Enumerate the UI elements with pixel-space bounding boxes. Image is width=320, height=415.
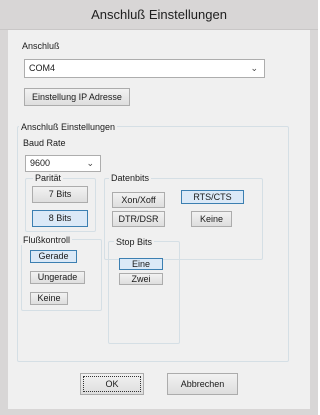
port-label: Anschluß — [22, 41, 60, 51]
ok-button[interactable]: OK — [80, 373, 144, 395]
rts-cts-button[interactable]: RTS/CTS — [181, 190, 244, 204]
databits-label: Datenbits — [109, 173, 152, 183]
stop-bits-two-button[interactable]: Zwei — [119, 273, 163, 285]
chevron-down-icon: ⌄ — [86, 158, 94, 168]
ip-settings-button[interactable]: Einstellung IP Adresse — [24, 88, 130, 106]
parity-label: Parität — [33, 173, 64, 183]
window-frame-bottom — [0, 409, 318, 415]
baud-rate-select[interactable]: 9600 ⌄ — [25, 155, 101, 172]
parity-8bits-button[interactable]: 8 Bits — [32, 210, 88, 227]
port-select[interactable]: COM4 ⌄ — [24, 59, 265, 78]
stop-bits-label: Stop Bits — [114, 237, 155, 247]
window-frame-right — [310, 30, 318, 415]
connection-settings-label: Anschluß Einstellungen — [19, 122, 118, 132]
flow-control-label: Flußkontroll — [21, 235, 73, 245]
baud-rate-label: Baud Rate — [23, 138, 66, 148]
dtr-dsr-button[interactable]: DTR/DSR — [112, 211, 165, 227]
window-title: Anschluß Einstellungen — [91, 7, 227, 22]
window-frame-left — [0, 30, 8, 415]
databits-none-button[interactable]: Keine — [191, 211, 232, 227]
cancel-button[interactable]: Abbrechen — [167, 373, 238, 395]
flow-none-button[interactable]: Keine — [30, 292, 68, 305]
stop-bits-one-button[interactable]: Eine — [119, 258, 163, 270]
parity-7bits-button[interactable]: 7 Bits — [32, 186, 88, 203]
xon-xoff-button[interactable]: Xon/Xoff — [112, 192, 165, 208]
flow-even-button[interactable]: Gerade — [30, 250, 77, 263]
port-select-value: COM4 — [29, 63, 56, 73]
chevron-down-icon: ⌄ — [250, 63, 258, 73]
dialog-client-area: Anschluß COM4 ⌄ Einstellung IP Adresse A… — [8, 30, 310, 409]
stop-bits-group — [108, 241, 180, 344]
baud-rate-value: 9600 — [30, 158, 51, 168]
flow-odd-button[interactable]: Ungerade — [30, 271, 85, 284]
